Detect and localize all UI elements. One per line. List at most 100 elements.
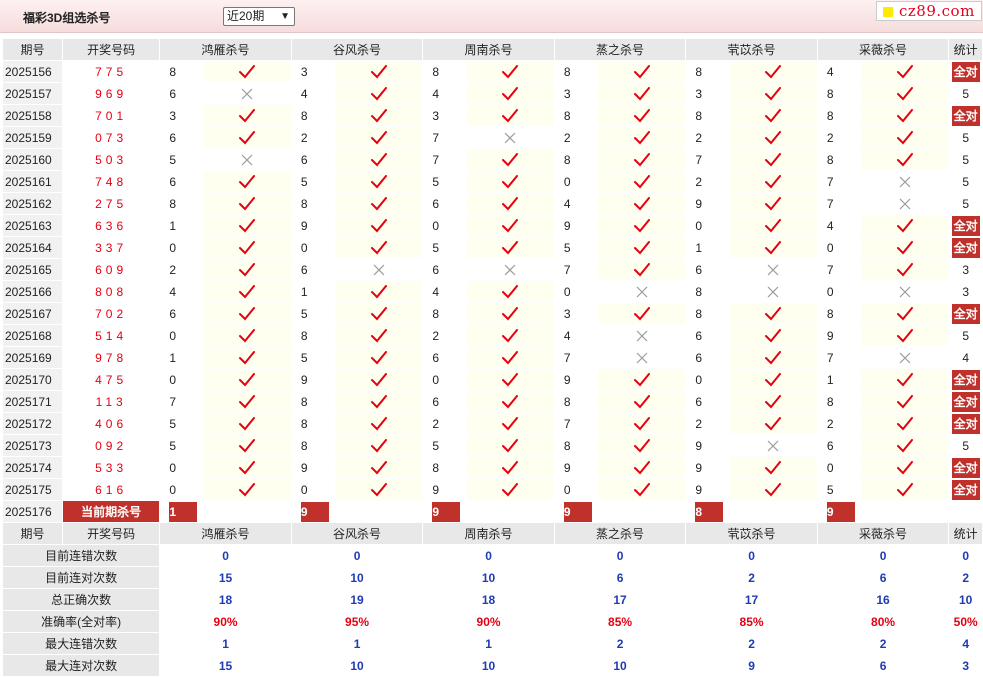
check-icon — [466, 83, 554, 104]
table-row: 2025162 275 8 8 6 4 9 7 5 — [3, 193, 982, 214]
summary-value-text: 50% — [953, 614, 978, 629]
kill-number-cell: 2 — [423, 325, 466, 346]
table-row: 2025167 702 6 5 8 3 8 8 全对 — [3, 303, 982, 324]
kill-number-cell: 9 — [686, 193, 729, 214]
check-icon — [861, 83, 949, 104]
kill-number-cell: 9 — [686, 457, 729, 478]
kill-number: 9 — [300, 218, 308, 233]
kill-number-cell: 2 — [817, 127, 861, 148]
stat-cell: 全对 — [949, 391, 982, 412]
kill-number-cell: 8 — [817, 83, 861, 104]
summary-label: 目前连对次数 — [3, 567, 160, 588]
stat-value: 5 — [962, 130, 969, 145]
table-row: 2025172 406 5 8 2 7 2 2 全对 — [3, 413, 982, 434]
check-icon — [466, 61, 554, 82]
check-icon — [466, 105, 554, 126]
check-icon — [335, 303, 423, 324]
summary-value-text: 90% — [213, 614, 238, 629]
summary-value: 2 — [949, 567, 982, 588]
col-header-expert: 谷风杀号 — [291, 523, 423, 544]
summary-row: 目前连对次数 15 10 10 6 2 6 2 — [3, 567, 982, 588]
kill-number: 6 — [432, 394, 439, 409]
draw-cell: 978 — [62, 347, 160, 368]
summary-value: 18 — [160, 589, 291, 610]
summary-value: 90% — [423, 611, 554, 632]
kill-number: 2 — [695, 416, 702, 431]
check-icon — [203, 303, 291, 324]
summary-value-text: 6 — [616, 570, 624, 585]
kill-number-cell: 2 — [686, 413, 729, 434]
period-number: 2025161 — [5, 174, 52, 189]
period-number: 2025160 — [5, 152, 52, 167]
summary-value-text: 15 — [218, 570, 233, 585]
check-icon — [729, 61, 817, 82]
summary-value: 17 — [686, 589, 817, 610]
period-cell: 2025161 — [3, 171, 62, 192]
kill-number-cell: 3 — [423, 105, 466, 126]
brand-logo[interactable]: cz89.com — [876, 1, 982, 21]
check-icon — [335, 105, 423, 126]
summary-value-text: 10 — [958, 592, 973, 607]
table-row: 2025156 775 8 3 8 8 8 4 全对 — [3, 61, 982, 82]
period-cell: 2025173 — [3, 435, 62, 456]
cross-icon — [861, 347, 949, 368]
current-kill-cell: 1 — [160, 501, 203, 522]
summary-value: 1 — [160, 633, 291, 654]
all-correct-badge: 全对 — [951, 303, 980, 324]
summary-value-text: 9 — [748, 658, 755, 673]
kill-number-cell: 4 — [817, 61, 861, 82]
stat-cell: 全对 — [949, 369, 982, 390]
summary-value: 0 — [949, 545, 982, 566]
check-icon — [466, 149, 554, 170]
kill-number-cell: 2 — [686, 127, 729, 148]
check-icon — [335, 171, 423, 192]
cross-icon — [466, 259, 554, 280]
summary-value-text: 4 — [962, 636, 969, 651]
all-correct-badge: 全对 — [951, 61, 980, 82]
period-select-value: 近20期 — [227, 9, 265, 23]
kill-number: 6 — [695, 394, 702, 409]
table-row: 2025165 609 2 6 6 7 6 7 3 — [3, 259, 982, 280]
kill-number-cell: 7 — [817, 171, 861, 192]
kill-number-cell: 1 — [160, 215, 203, 236]
check-icon — [466, 303, 554, 324]
kill-number: 5 — [169, 152, 176, 167]
stat-value: 5 — [962, 86, 969, 101]
summary-value: 0 — [817, 545, 949, 566]
kill-number-cell: 5 — [291, 171, 335, 192]
draw-number: 616 — [95, 482, 128, 497]
col-header-stat: 统计 — [949, 523, 982, 544]
kill-number: 0 — [300, 482, 308, 497]
cross-icon — [466, 127, 554, 148]
check-icon — [861, 127, 949, 148]
kill-number: 3 — [300, 64, 308, 79]
kill-number: 9 — [695, 196, 702, 211]
kill-number: 9 — [695, 460, 702, 475]
current-kill-number: 8 — [695, 501, 724, 522]
summary-value: 80% — [817, 611, 949, 632]
draw-number: 514 — [95, 328, 128, 343]
kill-number-cell: 6 — [686, 325, 729, 346]
check-icon — [729, 83, 817, 104]
kill-number: 8 — [695, 284, 702, 299]
kill-number: 8 — [563, 64, 571, 79]
kill-number: 3 — [695, 86, 702, 101]
check-icon — [466, 281, 554, 302]
stat-cell: 全对 — [949, 303, 982, 324]
draw-cell: 337 — [62, 237, 160, 258]
col-header-draw: 开奖号码 — [62, 523, 160, 544]
empty-cell — [466, 501, 554, 522]
draw-cell: 073 — [62, 127, 160, 148]
period-select[interactable]: 近20期 ▼ — [223, 7, 295, 26]
summary-value-text: 1 — [353, 636, 361, 651]
stat-value: 5 — [962, 438, 969, 453]
draw-cell: 748 — [62, 171, 160, 192]
period-number: 2025166 — [5, 284, 52, 299]
period-number: 2025163 — [5, 218, 52, 233]
col-header-label: 谷风杀号 — [333, 527, 382, 541]
kill-number: 6 — [432, 196, 439, 211]
kill-number-cell: 4 — [554, 325, 598, 346]
stat-cell: 5 — [949, 127, 982, 148]
kill-number: 4 — [563, 196, 571, 211]
draw-number: 073 — [95, 130, 128, 145]
